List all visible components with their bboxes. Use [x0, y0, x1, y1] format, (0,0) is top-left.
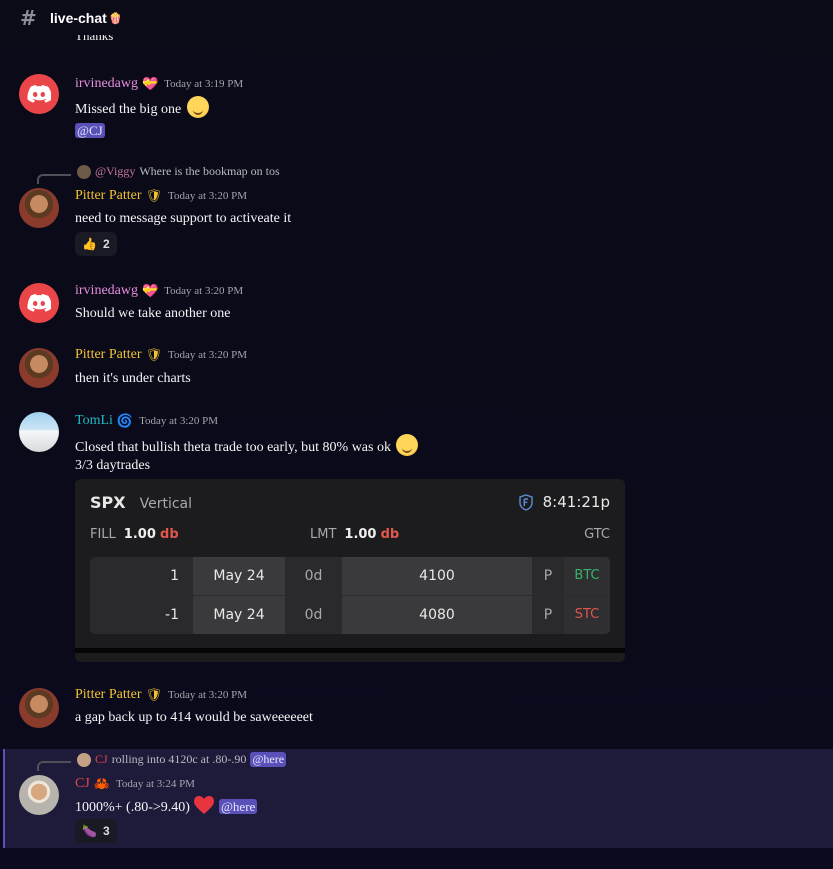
discord-logo-icon: [27, 294, 51, 312]
heart-icon: [194, 796, 215, 814]
order-legs: 1 May 24 0d 4100 P BTC -1 May 24 0d 4080…: [90, 557, 610, 634]
avatar[interactable]: [19, 74, 59, 114]
timestamp: Today at 3:20 PM: [139, 415, 219, 427]
author-name[interactable]: Pitter Patter 🛡 Today at 3:20 PM: [75, 188, 247, 204]
limit-label: LMT: [310, 527, 337, 542]
leg-strike: 4080: [342, 596, 532, 634]
limit-unit: db: [380, 527, 400, 542]
message-text: Closed that bullish theta trade too earl…: [75, 434, 419, 456]
fill-group: FILL 1.00 db: [90, 527, 179, 542]
fill-value: 1.00: [123, 527, 156, 542]
author-name[interactable]: irvinedawg 💝 Today at 3:20 PM: [75, 283, 243, 299]
author-name[interactable]: TomLi 🌀 Today at 3:20 PM: [75, 413, 218, 429]
leg-qty: 1: [170, 568, 179, 584]
limit-value: 1.00: [344, 527, 377, 542]
leg-type: P: [543, 607, 553, 623]
author-name[interactable]: CJ 🦀 Today at 3:24 PM: [75, 776, 195, 792]
author-name[interactable]: irvinedawg 💝 Today at 3:19 PM: [75, 76, 243, 92]
author-name[interactable]: Pitter Patter 🛡 Today at 3:20 PM: [75, 687, 247, 703]
order-time: 8:41:21p: [542, 493, 610, 511]
reply-text: Where is the bookmap on tos: [139, 164, 280, 178]
strategy: Vertical: [139, 496, 192, 512]
message-text: Should we take another one: [75, 306, 231, 321]
ticket-icon: 💝: [141, 284, 159, 299]
channel-header: # live-chat 🍿: [0, 0, 833, 36]
symbol: SPX: [90, 493, 126, 512]
reply-author[interactable]: @Viggy: [95, 164, 135, 179]
eggplant-icon: 🍆: [82, 824, 97, 838]
avatar[interactable]: [19, 775, 59, 815]
reply-avatar: [77, 164, 91, 179]
avatar[interactable]: [19, 412, 59, 452]
reaction-eggplant[interactable]: 🍆 3: [75, 819, 117, 843]
reply-preview[interactable]: CJ rolling into 4120c at .80-.90 @here: [77, 752, 287, 767]
wink-emoji-icon: [396, 434, 419, 456]
mention-line: @CJ: [75, 123, 105, 140]
reply-preview[interactable]: @Viggy Where is the bookmap on tos: [77, 164, 280, 179]
timestamp: Today at 3:20 PM: [168, 190, 247, 202]
leg-qty: -1: [165, 607, 179, 623]
message-text: a gap back up to 414 would be saweeeeeet: [75, 710, 313, 725]
leg-type: P: [543, 568, 553, 584]
crab-icon: 🦀: [93, 777, 110, 792]
shield-icon: 🛡: [145, 189, 163, 204]
fill-label: FILL: [90, 527, 116, 542]
shield-icon: 🛡: [145, 348, 163, 363]
user-mention[interactable]: @CJ: [75, 123, 105, 138]
channel-hash-icon: #: [20, 6, 37, 30]
limit-group: LMT 1.00 db: [310, 527, 399, 542]
message-text: then it's under charts: [75, 371, 191, 386]
timestamp: Today at 3:20 PM: [164, 285, 244, 297]
leg-expiry: May 24: [193, 557, 285, 595]
leg-dte: 0d: [304, 568, 323, 584]
avatar[interactable]: [19, 188, 59, 228]
timestamp: Today at 3:19 PM: [164, 78, 244, 90]
leg-dte: 0d: [304, 607, 323, 623]
message-text-2: 3/3 daytrades: [75, 458, 151, 473]
joy-emoji-icon: [186, 96, 209, 118]
reply-avatar: [77, 752, 91, 767]
timestamp: Today at 3:20 PM: [168, 349, 247, 361]
here-mention[interactable]: @here: [218, 799, 258, 814]
leg-row: -1 May 24 0d 4080 P STC: [90, 596, 610, 634]
reaction-count: 2: [102, 237, 110, 251]
shield-icon: 🛡: [145, 688, 163, 703]
reaction-count: 3: [102, 824, 110, 838]
reply-mention-tag[interactable]: @here: [250, 752, 287, 767]
avatar[interactable]: [19, 688, 59, 728]
discord-logo-icon: [27, 85, 51, 103]
ticket-icon: 💝: [141, 77, 159, 92]
leg-row: 1 May 24 0d 4100 P BTC: [90, 557, 610, 595]
leg-action: STC: [564, 596, 610, 634]
message-text: 1000%+ (.80->9.40) @here: [75, 795, 258, 816]
trade-card-image[interactable]: SPX Vertical 8:41:21p FILL 1.00 db LMT 1.0…: [75, 479, 625, 662]
card-time: 8:41:21p: [518, 493, 610, 511]
card-header: SPX Vertical: [90, 493, 192, 512]
time-in-force: GTC: [584, 527, 610, 542]
channel-name: live-chat: [50, 10, 107, 26]
reply-connector: [37, 761, 71, 771]
leg-action: BTC: [564, 557, 610, 595]
broker-shield-icon: [518, 493, 533, 511]
fill-unit: db: [160, 527, 179, 542]
swirl-badge-icon: 🌀: [116, 414, 134, 429]
timestamp: Today at 3:24 PM: [115, 778, 195, 790]
author-name[interactable]: Pitter Patter 🛡 Today at 3:20 PM: [75, 347, 247, 363]
reply-author[interactable]: CJ: [95, 752, 108, 767]
message-text: need to message support to activeate it: [75, 211, 292, 226]
leg-expiry: May 24: [193, 596, 285, 634]
leg-strike: 4100: [342, 557, 532, 595]
thumbs-up-icon: 👍: [82, 237, 97, 251]
reply-text: rolling into 4120c at .80-.90: [111, 752, 247, 766]
popcorn-icon: 🍿: [108, 12, 123, 25]
avatar[interactable]: [19, 283, 59, 323]
timestamp: Today at 3:20 PM: [168, 689, 247, 701]
reply-connector: [37, 174, 71, 184]
reaction-thumbs-up[interactable]: 👍 2: [75, 232, 117, 256]
cutoff-message-text: Thanks: [75, 35, 114, 43]
message-text: Missed the big one: [75, 96, 209, 118]
card-bottom-bar: [75, 648, 625, 653]
avatar[interactable]: [19, 348, 59, 388]
card-prices: FILL 1.00 db LMT 1.00 db GTC: [90, 527, 610, 547]
